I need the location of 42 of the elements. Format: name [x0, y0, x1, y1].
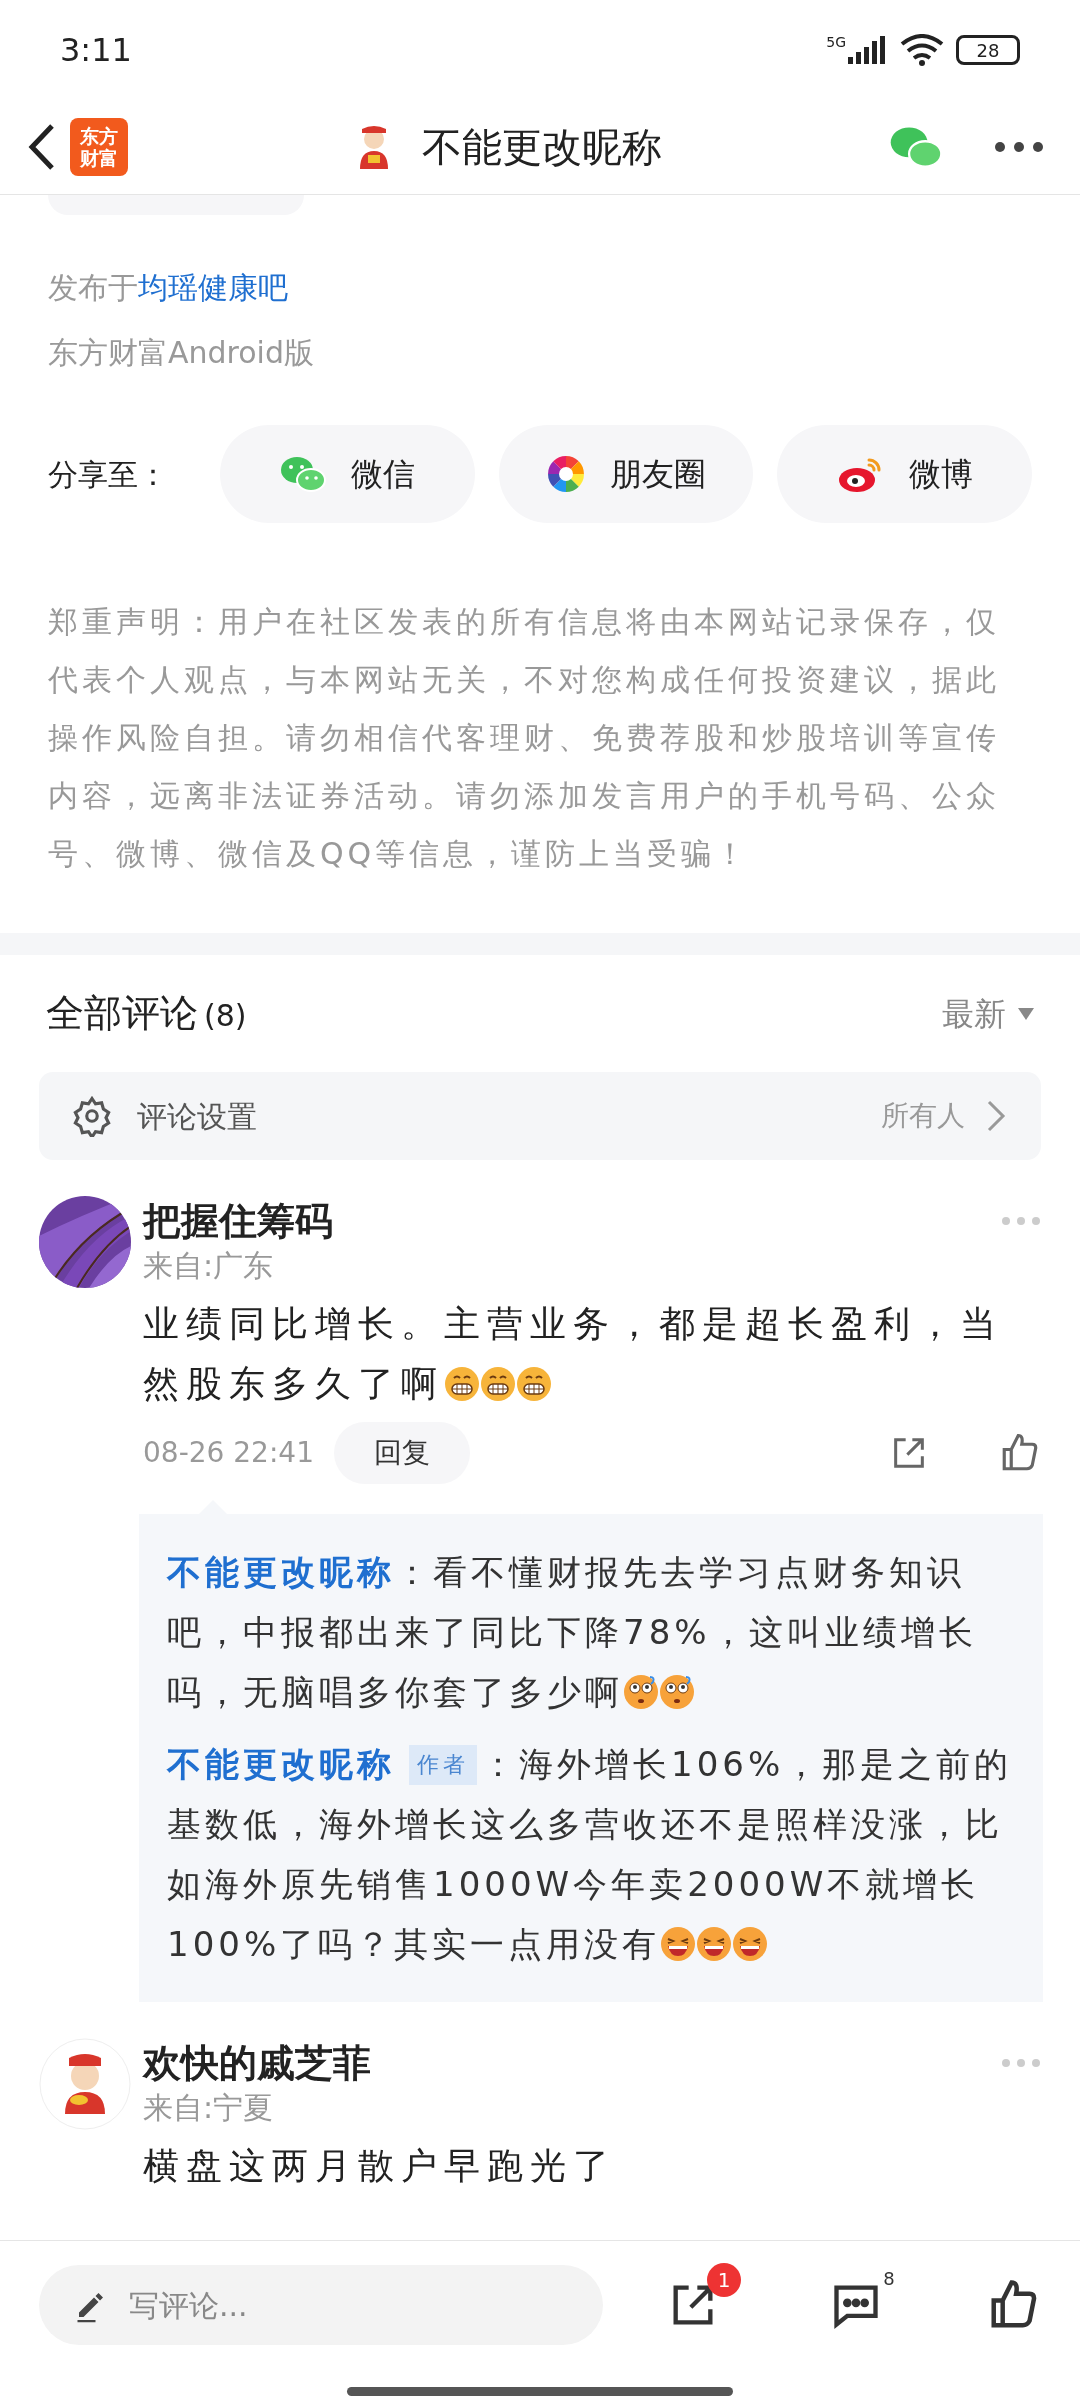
settings-label: 评论设置	[137, 1097, 257, 1136]
commenter-name: 欢快的戚芝菲	[143, 2040, 371, 2087]
share-target-button[interactable]: 微信	[220, 425, 475, 523]
caret-icon	[1018, 1007, 1034, 1020]
disclaimer-text: 郑重声明：用户在社区发表的所有信息将由本网站记录保存，仅代表个人观点，与本网站无关，不对您构成任何投资建议，据此操作风险自担。请勿相信代客理财、免费荐股和炒股培训等宣传内容，远离非法证券活动。请勿添加发言用户的手机号码、公众号、微博、微信及QQ等信息，谨防上当受骗！	[47, 603, 1001, 873]
reply-button[interactable]: 回复	[333, 1422, 470, 1484]
status-time: 3:11	[60, 30, 132, 71]
more-icon[interactable]	[994, 141, 1044, 153]
page-title: 不能更改昵称	[422, 123, 662, 172]
comment-text: 业绩同比增长。主营业务，都是超长盈利，当然股东多久了啊	[143, 1302, 1004, 1406]
settings-value: 所有人	[881, 1098, 965, 1134]
notification-badge: 1	[707, 2263, 742, 2297]
sort-dropdown[interactable]: 最新	[942, 989, 1034, 1038]
comment-text: 横盘这两月散户早跑光了	[143, 2144, 617, 2188]
post-source: 东方财富Android版	[48, 334, 315, 372]
battery-icon: 28	[956, 35, 1020, 65]
wifi-icon	[900, 34, 944, 66]
comment-placeholder: 写评论...	[129, 2286, 248, 2325]
reply-text: 不能更改昵称：看不懂财报先去学习点财务知识吧，中报都出来了同比下降78%，这叫业绩增长吗，无脑唱多你套了多少啊	[167, 1551, 978, 1714]
comment-count: 8	[883, 2267, 895, 2291]
comments-heading: 全部评论(8)	[46, 990, 247, 1037]
signal-icon	[846, 35, 886, 65]
comment-location: 来自:宁夏	[143, 2089, 275, 2127]
reply-author[interactable]: 不能更改昵称	[167, 1552, 395, 1592]
commenter-name: 把握住筹码	[143, 1198, 333, 1245]
comment-input[interactable]: 写评论...	[39, 2265, 604, 2345]
share-target-button[interactable]: 朋友圈	[498, 425, 754, 523]
share-target-button[interactable]: 微博	[777, 425, 1032, 523]
wechat-icon	[279, 454, 328, 494]
app-logo[interactable]: 东方财富	[70, 118, 128, 176]
published-in: 发布于均瑶健康吧	[48, 269, 289, 307]
comment-location: 来自:广东	[143, 1247, 275, 1285]
comment-time: 08-26 22:41	[143, 1435, 314, 1471]
share-label: 分享至：	[48, 455, 169, 494]
network-label: 5G	[826, 33, 846, 52]
comment-settings-row[interactable]: 评论设置 所有人	[39, 1072, 1041, 1160]
aperture-icon	[546, 454, 586, 494]
forum-link[interactable]: 均瑶健康吧	[138, 270, 288, 305]
reply-text: 不能更改昵称 作者 ：海外增长106%，那是之前的基数低，海外增长这么多营收还不是照样没涨，比如海外原先销售1000W今年卖2000W不就增长100%了吗？其实一点用没有	[167, 1743, 1014, 1966]
settings-icon	[71, 1095, 113, 1137]
author-tag: 作者	[409, 1745, 477, 1785]
reply-author[interactable]: 不能更改昵称	[167, 1744, 395, 1784]
